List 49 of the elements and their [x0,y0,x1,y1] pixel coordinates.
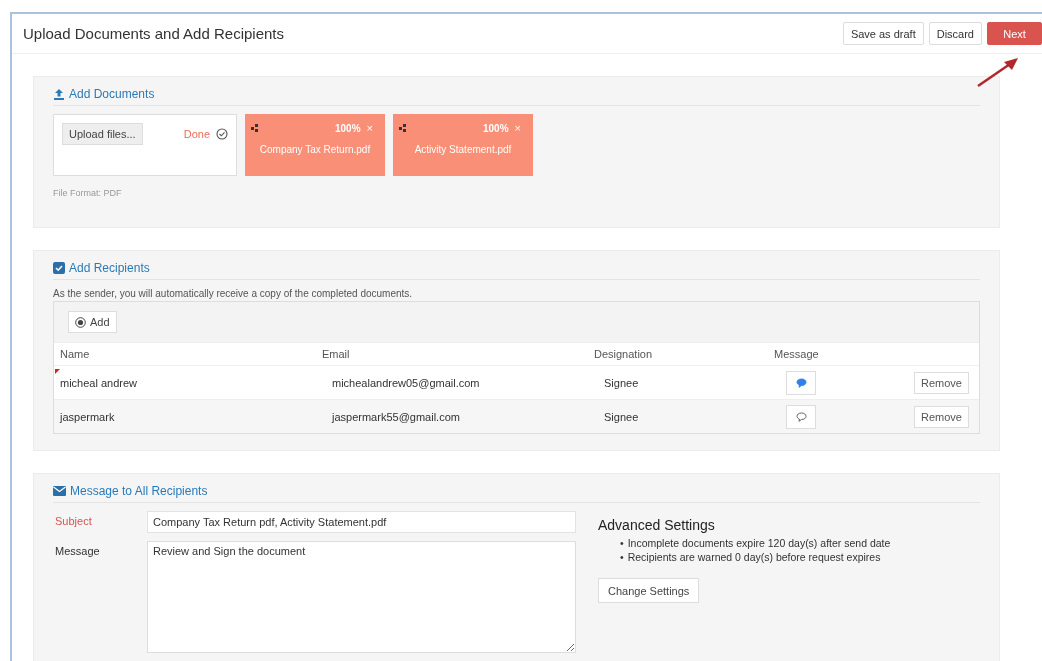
column-header: Designation [594,348,654,360]
setting-item: Incomplete documents expire 120 day(s) after send date [627,537,891,551]
table-cell-text: Signee [603,376,640,389]
header-button[interactable]: Discard [928,22,982,45]
file-name: Company Tax Return.pdf [258,144,372,155]
field-label: Message [54,544,101,557]
column-header: Email [322,348,351,360]
table-cell-text: micheal andrew [60,376,139,389]
envelope-icon [53,486,66,496]
upload-button[interactable]: Upload files... [62,123,143,145]
pointer-arrow [976,56,1020,88]
section-heading: Add Documents [69,87,155,101]
section-heading: Message to All Recipients [70,484,208,498]
setting-item: Recipients are warned 0 day(s) before request expires [627,550,881,565]
speech-bubble-icon [795,377,807,388]
file-format-note: File Format: PDF [53,188,123,198]
column-header: Message [774,348,820,360]
table-cell-text: Signee [603,410,640,423]
bullet: • [620,550,624,565]
subject-field[interactable]: Company Tax Return pdf, Activity Statement.pdf [147,511,576,533]
upload-status: Done [183,128,210,140]
advanced-settings-title: Advanced Settings [598,517,715,533]
header-button[interactable]: Save as draft [842,22,924,45]
message-button[interactable] [786,404,816,429]
add-circle-icon [75,316,86,328]
table-cell-text: michealandrew05@gmail.com [331,376,481,389]
sender-note: As the sender, you will automatically receive a copy of the completed documents. [53,288,414,299]
file-icon [399,123,408,133]
file-icon [251,123,260,133]
next-button[interactable]: Next [987,22,1042,45]
file-name: Activity Statement.pdf [413,144,513,155]
add-button[interactable]: Add [68,311,117,333]
section-heading: Add Recipients [69,261,150,275]
checkbox-icon [53,262,65,274]
table-cell-text: jaspermark55@gmail.com [330,410,461,423]
check-circle-icon [216,128,228,140]
remove-button[interactable]: Remove [914,405,969,428]
speech-bubble-icon [795,411,807,422]
upload-area[interactable]: Upload files... Done [53,114,237,176]
change-settings-button[interactable]: Change Settings [598,578,700,604]
upload-icon [53,88,65,100]
column-header: Name [60,348,91,360]
message-button[interactable] [786,370,816,395]
remove-button[interactable]: Remove [914,371,969,394]
bullet: • [620,537,624,551]
table-cell-text: jaspermark [60,410,116,423]
field-label: Subject [54,514,93,527]
window-title: Upload Documents and Add Recipients [23,25,284,42]
message-field[interactable]: Review and Sign the document [147,541,576,653]
